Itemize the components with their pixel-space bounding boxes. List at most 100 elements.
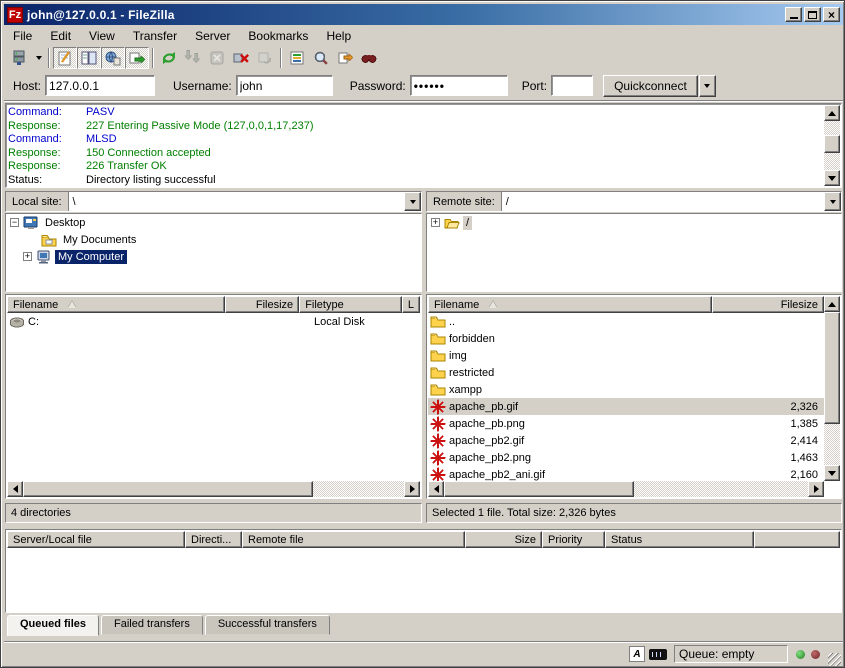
file-row[interactable]: restricted — [428, 364, 824, 381]
drive-icon — [9, 314, 25, 330]
remote-rows: .. forbidden img restricted xampp apache… — [428, 313, 824, 481]
find-files-icon[interactable] — [357, 47, 381, 69]
column-filename[interactable]: Filename — [428, 296, 712, 313]
site-manager-icon[interactable] — [8, 47, 32, 69]
toggle-message-log-icon[interactable] — [53, 47, 77, 69]
tree-item-label[interactable]: / — [463, 216, 472, 230]
menu-bookmarks[interactable]: Bookmarks — [239, 27, 317, 45]
title-bar: Fz john@127.0.0.1 - FileZilla × — [4, 4, 843, 25]
file-row[interactable]: apache_pb2_ani.gif 2,160 — [428, 466, 824, 481]
column-filetype[interactable]: Filetype — [299, 296, 402, 313]
file-row[interactable]: forbidden — [428, 330, 824, 347]
menu-help[interactable]: Help — [317, 27, 360, 45]
local-status-text: 4 directories — [5, 503, 422, 523]
scroll-thumb[interactable] — [824, 135, 840, 153]
tree-item-label[interactable]: My Documents — [60, 233, 139, 247]
refresh-icon[interactable] — [157, 47, 181, 69]
scroll-up-icon[interactable] — [824, 105, 840, 121]
tree-item-desktop[interactable]: − Desktop — [6, 214, 421, 231]
synchronized-browsing-icon[interactable] — [333, 47, 357, 69]
file-row-c-drive[interactable]: C: Local Disk — [7, 313, 420, 330]
scroll-down-icon[interactable] — [824, 465, 840, 481]
log-scrollbar[interactable] — [824, 105, 840, 186]
column-last-modified[interactable]: L — [402, 296, 420, 313]
collapse-icon[interactable]: − — [10, 218, 19, 227]
quickconnect-button[interactable]: Quickconnect — [603, 75, 698, 97]
column-direction[interactable]: Directi... — [185, 531, 242, 548]
quickconnect-dropdown-icon[interactable] — [699, 75, 716, 97]
column-filesize[interactable]: Filesize — [712, 296, 824, 313]
local-site-value[interactable]: \ — [69, 192, 404, 211]
tab-queued-files[interactable]: Queued files — [7, 615, 99, 636]
remote-site-combo[interactable]: Remote site: / — [426, 191, 842, 212]
file-row[interactable]: apache_pb2.gif 2,414 — [428, 432, 824, 449]
minimize-button[interactable] — [785, 7, 802, 22]
local-list-header: Filename Filesize Filetype L — [7, 296, 420, 313]
toggle-remote-tree-icon[interactable] — [101, 47, 125, 69]
menu-server[interactable]: Server — [186, 27, 239, 45]
combo-dropdown-icon[interactable] — [824, 192, 841, 211]
column-size[interactable]: Size — [465, 531, 542, 548]
column-server-local-file[interactable]: Server/Local file — [7, 531, 185, 548]
remote-site-value[interactable]: / — [502, 192, 824, 211]
folder-icon — [430, 314, 446, 330]
host-input[interactable] — [45, 75, 155, 96]
file-row[interactable]: apache_pb.png 1,385 — [428, 415, 824, 432]
scroll-thumb[interactable] — [444, 481, 634, 497]
file-row[interactable]: apache_pb2.png 1,463 — [428, 449, 824, 466]
tree-item-root[interactable]: + / — [427, 214, 841, 231]
port-input[interactable] — [551, 75, 593, 96]
username-label: Username: — [173, 79, 232, 93]
site-manager-dropdown-icon[interactable] — [32, 47, 45, 69]
password-label: Password: — [350, 79, 406, 93]
column-status[interactable]: Status — [605, 531, 754, 548]
scroll-left-icon[interactable] — [428, 481, 444, 497]
column-filename[interactable]: Filename — [7, 296, 225, 313]
directory-filters-icon[interactable] — [285, 47, 309, 69]
expand-icon[interactable]: + — [431, 218, 440, 227]
menu-file[interactable]: File — [4, 27, 41, 45]
file-row-selected[interactable]: apache_pb.gif 2,326 — [428, 398, 824, 415]
remote-vscrollbar[interactable] — [824, 296, 840, 481]
password-input[interactable] — [410, 75, 508, 96]
menu-edit[interactable]: Edit — [41, 27, 80, 45]
toggle-local-tree-icon[interactable] — [77, 47, 101, 69]
remote-hscrollbar[interactable] — [428, 481, 824, 497]
column-filesize[interactable]: Filesize — [225, 296, 299, 313]
tree-item-label[interactable]: Desktop — [42, 216, 88, 230]
reconnect-icon[interactable] — [253, 47, 277, 69]
maximize-button[interactable] — [804, 7, 821, 22]
scroll-thumb[interactable] — [23, 481, 313, 497]
menu-view[interactable]: View — [80, 27, 124, 45]
expand-icon[interactable]: + — [23, 252, 32, 261]
close-button[interactable]: × — [823, 7, 840, 22]
tree-item-label[interactable]: My Computer — [55, 250, 127, 264]
scroll-down-icon[interactable] — [824, 170, 840, 186]
combo-dropdown-icon[interactable] — [404, 192, 421, 211]
column-priority[interactable]: Priority — [542, 531, 605, 548]
scroll-right-icon[interactable] — [808, 481, 824, 497]
toggle-transfer-queue-icon[interactable] — [125, 47, 149, 69]
menu-transfer[interactable]: Transfer — [124, 27, 186, 45]
column-remote-file[interactable]: Remote file — [242, 531, 465, 548]
directory-comparison-icon[interactable] — [309, 47, 333, 69]
scroll-thumb[interactable] — [824, 312, 840, 424]
file-row[interactable]: xampp — [428, 381, 824, 398]
file-row[interactable]: .. — [428, 313, 824, 330]
local-site-combo[interactable]: Local site: \ — [5, 191, 422, 212]
username-input[interactable] — [236, 75, 333, 96]
scroll-right-icon[interactable] — [404, 481, 420, 497]
tree-item-my-computer[interactable]: + My Computer — [6, 248, 421, 265]
tree-item-my-documents[interactable]: My Documents — [6, 231, 421, 248]
disconnect-icon[interactable] — [229, 47, 253, 69]
scroll-up-icon[interactable] — [824, 296, 840, 312]
process-queue-icon[interactable] — [181, 47, 205, 69]
local-hscrollbar[interactable] — [7, 481, 420, 497]
file-row[interactable]: img — [428, 347, 824, 364]
tab-successful-transfers[interactable]: Successful transfers — [205, 615, 330, 635]
resize-grip[interactable] — [828, 653, 841, 666]
scroll-left-icon[interactable] — [7, 481, 23, 497]
cancel-operation-icon[interactable] — [205, 47, 229, 69]
tab-failed-transfers[interactable]: Failed transfers — [101, 615, 203, 635]
local-tree: − Desktop My Documents + My Computer — [5, 213, 422, 292]
